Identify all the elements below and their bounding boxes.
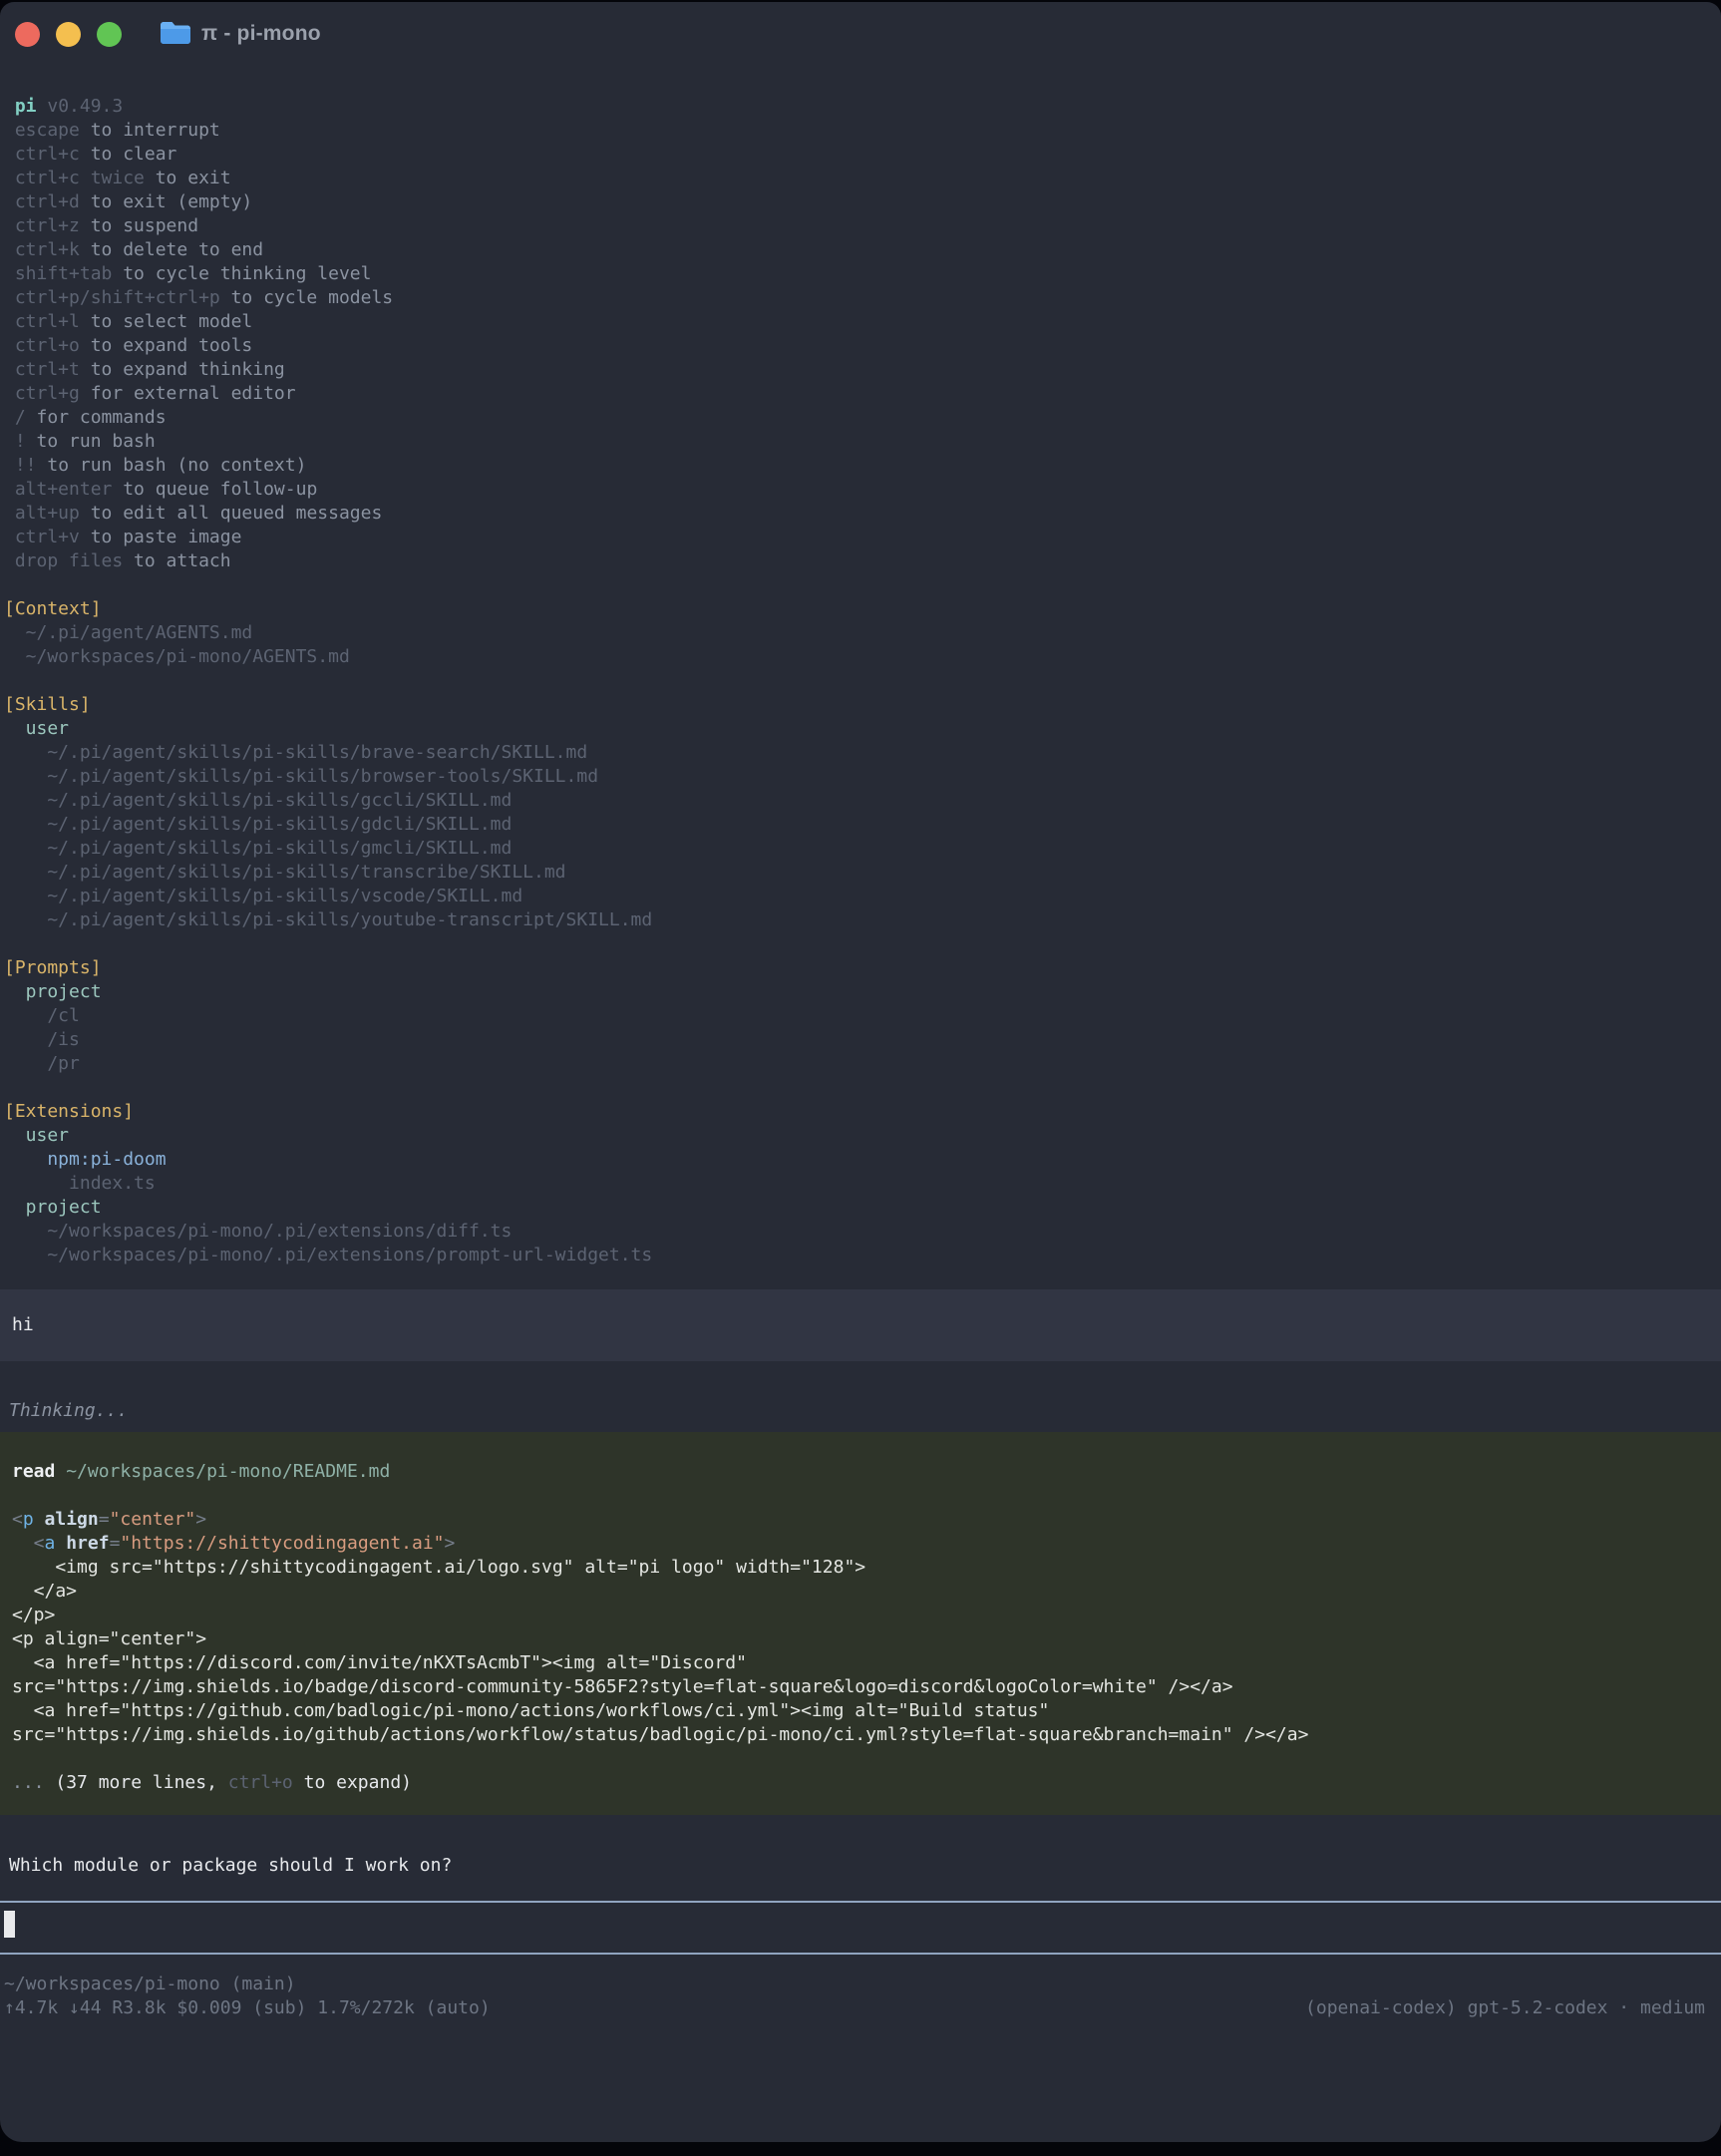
terminal-line: </p> <box>12 1604 1721 1627</box>
terminal-line: drop files to attach <box>4 549 1721 573</box>
status-model: (openai-codex) gpt-5.2-codex · medium <box>1305 1996 1705 2020</box>
terminal-line: user <box>4 1124 1721 1148</box>
terminal-line: [Skills] <box>4 693 1721 717</box>
terminal-line: </a> <box>12 1580 1721 1604</box>
thinking-indicator: Thinking... <box>0 1399 1721 1423</box>
terminal-line: ctrl+g for external editor <box>4 382 1721 406</box>
terminal-line: alt+up to edit all queued messages <box>4 502 1721 526</box>
user-message-text: hi <box>12 1313 1721 1337</box>
session-intro: pi v0.49.3 escape to interrupt ctrl+c to… <box>0 95 1721 1267</box>
terminal-line: <a href="https://github.com/badlogic/pi-… <box>12 1699 1721 1723</box>
terminal-line <box>12 1747 1721 1771</box>
terminal-line: ctrl+c twice to exit <box>4 167 1721 190</box>
status-stats: ↑4.7k ↓44 R3.8k $0.009 (sub) 1.7%/272k (… <box>4 1996 491 2020</box>
terminal-line: ~/.pi/agent/skills/pi-skills/browser-too… <box>4 765 1721 789</box>
terminal-line: ctrl+p/shift+ctrl+p to cycle models <box>4 286 1721 310</box>
terminal-line: ~/.pi/agent/skills/pi-skills/gccli/SKILL… <box>4 789 1721 813</box>
terminal-line: ctrl+c to clear <box>4 143 1721 167</box>
close-button[interactable] <box>15 22 40 47</box>
terminal-line: ~/.pi/agent/skills/pi-skills/youtube-tra… <box>4 908 1721 932</box>
terminal-line: [Prompts] <box>4 956 1721 980</box>
status-row: ↑4.7k ↓44 R3.8k $0.009 (sub) 1.7%/272k (… <box>4 1996 1705 2020</box>
terminal-line: /pr <box>4 1052 1721 1076</box>
terminal-line: read ~/workspaces/pi-mono/README.md <box>12 1460 1721 1484</box>
terminal-line: shift+tab to cycle thinking level <box>4 262 1721 286</box>
terminal-line: ~/.pi/agent/skills/pi-skills/gmcli/SKILL… <box>4 837 1721 861</box>
text-cursor <box>4 1911 15 1938</box>
terminal-line: escape to interrupt <box>4 119 1721 143</box>
terminal-line: src="https://img.shields.io/badge/discor… <box>12 1675 1721 1699</box>
terminal-line: / for commands <box>4 406 1721 430</box>
terminal-line: <a href="https://shittycodingagent.ai"> <box>12 1532 1721 1556</box>
terminal-line: /is <box>4 1028 1721 1052</box>
terminal-line: ~/.pi/agent/skills/pi-skills/gdcli/SKILL… <box>4 813 1721 837</box>
terminal-line: pi v0.49.3 <box>4 95 1721 119</box>
assistant-message: Which module or package should I work on… <box>0 1854 1721 1878</box>
user-message: hi <box>0 1289 1721 1361</box>
window-title: π - pi-mono <box>201 22 321 46</box>
terminal-line: ctrl+d to exit (empty) <box>4 190 1721 214</box>
terminal-line: ~/workspaces/pi-mono/.pi/extensions/prom… <box>4 1244 1721 1267</box>
terminal-window: π - pi-mono pi v0.49.3 escape to interru… <box>0 2 1721 2142</box>
terminal-line: project <box>4 980 1721 1004</box>
terminal-line: ctrl+k to delete to end <box>4 238 1721 262</box>
terminal-line: index.ts <box>4 1172 1721 1196</box>
terminal-line: ctrl+o to expand tools <box>4 334 1721 358</box>
terminal-line: ! to run bash <box>4 430 1721 454</box>
tool-call-read-block: read ~/workspaces/pi-mono/README.md <p a… <box>0 1432 1721 1815</box>
terminal-line: <a href="https://discord.com/invite/nKXT… <box>12 1651 1721 1675</box>
terminal-line: ctrl+z to suspend <box>4 214 1721 238</box>
terminal-line <box>4 932 1721 956</box>
terminal-line: ctrl+v to paste image <box>4 526 1721 549</box>
terminal-line <box>4 669 1721 693</box>
folder-icon <box>160 21 191 47</box>
terminal-line: project <box>4 1196 1721 1220</box>
status-cwd: ~/workspaces/pi-mono (main) <box>4 1973 1705 1996</box>
zoom-button[interactable] <box>97 22 122 47</box>
terminal-line: ~/.pi/agent/skills/pi-skills/vscode/SKIL… <box>4 885 1721 908</box>
terminal-line: [Context] <box>4 597 1721 621</box>
terminal-line: ctrl+l to select model <box>4 310 1721 334</box>
terminal-line: ctrl+t to expand thinking <box>4 358 1721 382</box>
terminal-line: [Extensions] <box>4 1100 1721 1124</box>
terminal-line <box>12 1484 1721 1508</box>
terminal-line: !! to run bash (no context) <box>4 454 1721 478</box>
terminal-line: npm:pi-doom <box>4 1148 1721 1172</box>
terminal-line: <p align="center"> <box>12 1627 1721 1651</box>
terminal-line: ~/workspaces/pi-mono/AGENTS.md <box>4 645 1721 669</box>
terminal-line: <p align="center"> <box>12 1508 1721 1532</box>
terminal-line: alt+enter to queue follow-up <box>4 478 1721 502</box>
terminal-line: ~/workspaces/pi-mono/.pi/extensions/diff… <box>4 1220 1721 1244</box>
terminal-line: ~/.pi/agent/skills/pi-skills/transcribe/… <box>4 861 1721 885</box>
terminal-line: src="https://img.shields.io/github/actio… <box>12 1723 1721 1747</box>
minimize-button[interactable] <box>56 22 81 47</box>
titlebar: π - pi-mono <box>0 2 1721 66</box>
terminal-line <box>4 1076 1721 1100</box>
terminal-line: user <box>4 717 1721 741</box>
terminal-line: ~/.pi/agent/skills/pi-skills/brave-searc… <box>4 741 1721 765</box>
terminal-viewport[interactable]: pi v0.49.3 escape to interrupt ctrl+c to… <box>0 66 1721 2020</box>
terminal-line <box>4 573 1721 597</box>
status-bar: ~/workspaces/pi-mono (main) ↑4.7k ↓44 R3… <box>0 1973 1721 2020</box>
terminal-line: /cl <box>4 1004 1721 1028</box>
terminal-line: ~/.pi/agent/AGENTS.md <box>4 621 1721 645</box>
terminal-line: <img src="https://shittycodingagent.ai/l… <box>12 1556 1721 1580</box>
prompt-input[interactable] <box>0 1901 1721 1955</box>
terminal-line: ... (37 more lines, ctrl+o to expand) <box>12 1771 1721 1795</box>
